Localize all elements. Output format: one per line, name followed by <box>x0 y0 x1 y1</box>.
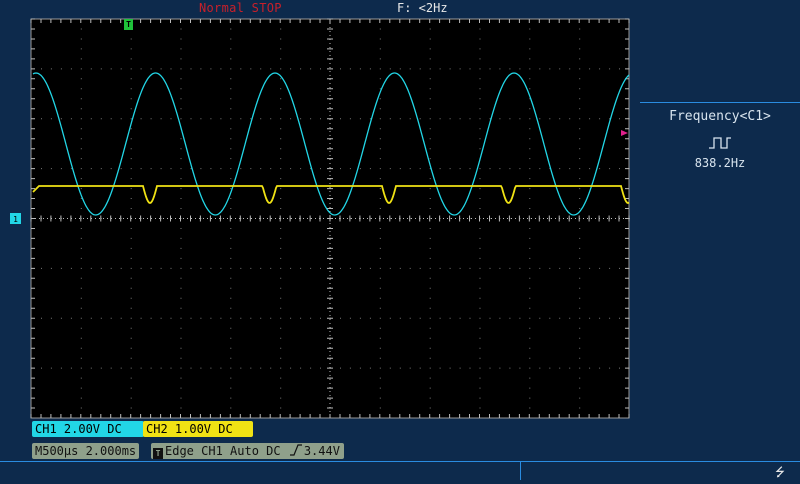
acquisition-status: Normal STOP <box>199 1 282 15</box>
measurement-title: Frequency<C1> <box>669 109 771 124</box>
trigger-level: 3.44V <box>303 444 340 458</box>
ch1-settings[interactable]: CH1 2.00V DC <box>32 421 144 437</box>
measurement-divider <box>640 102 800 103</box>
bottom-separator <box>520 462 521 480</box>
trigger-frequency: F: <2Hz <box>397 1 448 15</box>
trigger-label: Edge CH1 Auto DC <box>165 444 281 458</box>
usb-icon: ⭍ <box>775 465 785 479</box>
trigger-icon: T <box>153 448 163 459</box>
waveform-display: 1 <box>10 18 630 419</box>
rising-edge-icon <box>289 444 302 456</box>
oscilloscope-screen: 1 Normal STOP F: <2Hz T Frequency<C1> 83… <box>0 0 800 480</box>
timebase-settings[interactable]: M500µs 2.000ms <box>32 443 140 459</box>
channel-1-marker-label: 1 <box>13 215 18 224</box>
bottom-divider <box>0 461 800 462</box>
square-wave-icon <box>709 137 731 149</box>
trigger-settings[interactable]: T Edge CH1 Auto DC 3.44V <box>151 443 344 459</box>
ch2-settings[interactable]: CH2 1.00V DC <box>143 421 253 437</box>
trigger-position-icon: T <box>124 19 133 30</box>
measurement-value: 838.2Hz <box>694 156 746 170</box>
